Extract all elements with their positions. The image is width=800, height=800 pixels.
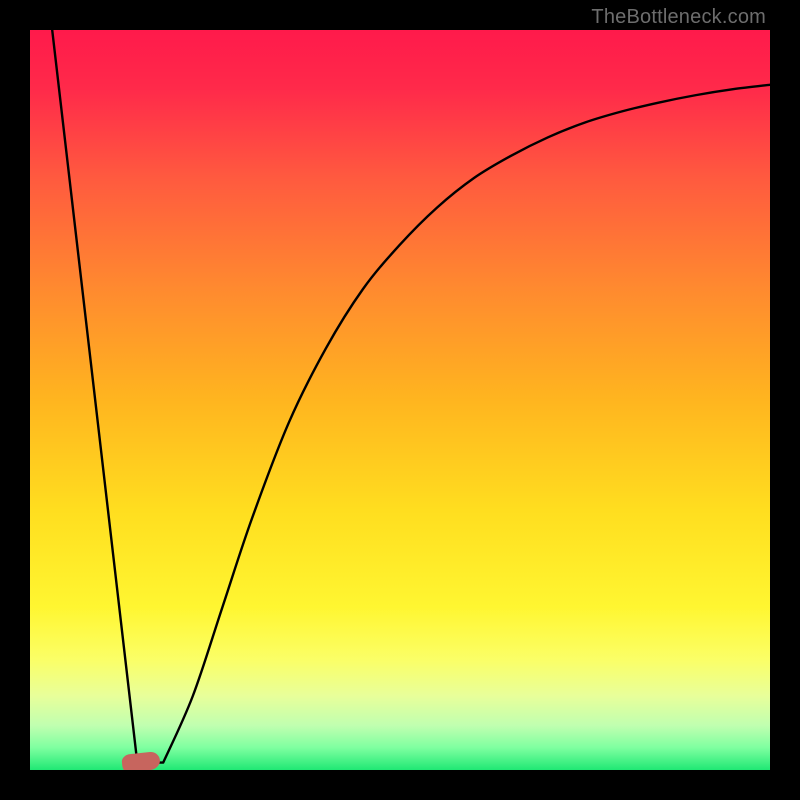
bottleneck-curve (30, 30, 770, 770)
curve-minimum-marker (121, 751, 161, 770)
chart-frame: TheBottleneck.com (0, 0, 800, 800)
plot-area (30, 30, 770, 770)
attribution-text: TheBottleneck.com (591, 6, 766, 29)
